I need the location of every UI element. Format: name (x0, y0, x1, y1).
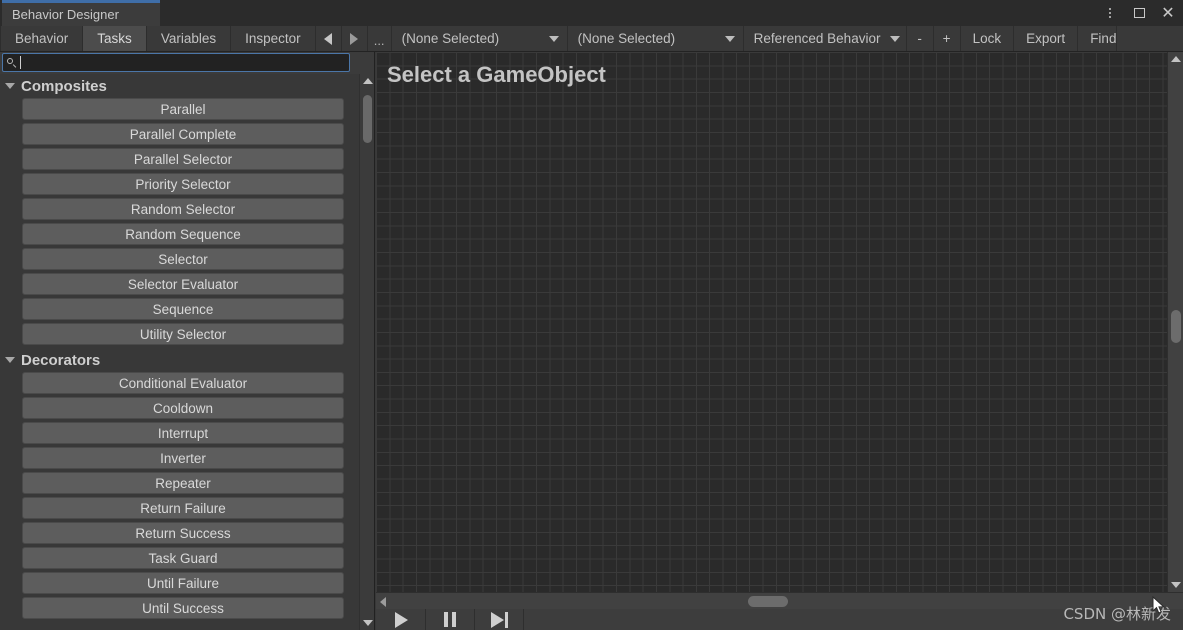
tab-variables[interactable]: Variables (147, 26, 232, 51)
task-item[interactable]: Priority Selector (22, 173, 344, 195)
category-label-composites: Composites (21, 77, 107, 95)
main-toolbar: Behavior Tasks Variables Inspector ... (… (0, 26, 1183, 52)
tab-inspector[interactable]: Inspector (231, 26, 316, 51)
tab-variables-label: Variables (160, 31, 217, 46)
scroll-left-arrow-icon[interactable] (380, 597, 386, 607)
lock-label: Lock (972, 31, 1002, 46)
search-icon (5, 56, 19, 70)
referenced-behavior-dropdown-label: Referenced Behavior (753, 31, 881, 46)
tab-inspector-label: Inspector (245, 31, 301, 46)
canvas-horizontal-scrollbar[interactable] (376, 592, 1183, 609)
kebab-menu-icon[interactable] (1101, 4, 1119, 22)
window-titlebar: Behavior Designer ✕ (0, 0, 1183, 26)
task-item[interactable]: Until Success (22, 597, 344, 619)
playback-toolbar (376, 609, 1183, 630)
window-tab-label: Behavior Designer (12, 7, 119, 22)
task-item[interactable]: Random Selector (22, 198, 344, 220)
task-list[interactable]: Composites Parallel Parallel Complete Pa… (0, 74, 374, 630)
pause-button[interactable] (426, 609, 475, 630)
zoom-out-button[interactable]: - (907, 26, 934, 51)
task-item[interactable]: Interrupt (22, 422, 344, 444)
task-item[interactable]: Selector Evaluator (22, 273, 344, 295)
zoom-in-label: + (942, 31, 951, 46)
chevron-down-icon (890, 35, 901, 42)
back-button[interactable] (316, 26, 342, 51)
find-label: Find (1090, 31, 1117, 46)
task-item[interactable]: Selector (22, 248, 344, 270)
task-item[interactable]: Repeater (22, 472, 344, 494)
behavior-designer-window: Behavior Designer ✕ Behavior Tasks Varia… (0, 0, 1183, 630)
task-item[interactable]: Parallel Complete (22, 123, 344, 145)
task-item[interactable]: Sequence (22, 298, 344, 320)
more-options-label: ... (373, 33, 385, 48)
category-header-composites[interactable]: Composites (0, 74, 374, 98)
behavior-dropdown[interactable]: (None Selected) (568, 26, 744, 51)
canvas-vertical-scrollbar-thumb[interactable] (1171, 310, 1181, 343)
tab-behavior-label: Behavior (15, 31, 69, 46)
forward-button[interactable] (342, 26, 368, 51)
task-list-scrollbar-thumb[interactable] (363, 95, 372, 143)
search-input[interactable] (21, 55, 349, 70)
search-row (0, 52, 374, 74)
triangle-right-icon (350, 32, 359, 45)
triangle-left-icon (324, 32, 333, 45)
category-header-decorators[interactable]: Decorators (0, 348, 374, 372)
window-controls: ✕ (1101, 0, 1177, 26)
task-item[interactable]: Return Success (22, 522, 344, 544)
task-item[interactable]: Conditional Evaluator (22, 372, 344, 394)
step-forward-button[interactable] (475, 609, 524, 630)
export-label: Export (1026, 31, 1066, 46)
gameobject-dropdown-label: (None Selected) (401, 31, 500, 46)
behavior-tree-canvas[interactable]: Select a GameObject (376, 52, 1183, 592)
tab-tasks[interactable]: Tasks (83, 26, 147, 51)
zoom-out-label: - (917, 31, 922, 46)
maximize-icon[interactable] (1130, 4, 1148, 22)
scroll-up-arrow-icon[interactable] (1171, 56, 1181, 62)
task-item[interactable]: Utility Selector (22, 323, 344, 345)
task-item[interactable]: Inverter (22, 447, 344, 469)
play-button[interactable] (377, 609, 426, 630)
window-tab-behavior-designer[interactable]: Behavior Designer (2, 3, 160, 26)
task-item[interactable]: Return Failure (22, 497, 344, 519)
play-icon (394, 611, 408, 628)
scroll-down-arrow-icon[interactable] (1171, 582, 1181, 588)
gameobject-dropdown[interactable]: (None Selected) (392, 26, 568, 51)
task-item[interactable]: Task Guard (22, 547, 344, 569)
task-list-scrollbar[interactable] (359, 74, 374, 630)
lock-button[interactable]: Lock (961, 26, 1015, 51)
step-forward-icon (490, 611, 508, 628)
pause-icon (444, 612, 456, 627)
chevron-down-icon (5, 357, 15, 363)
tab-behavior[interactable]: Behavior (0, 26, 84, 51)
close-icon[interactable]: ✕ (1159, 4, 1177, 22)
export-button[interactable]: Export (1014, 26, 1079, 51)
canvas-vertical-scrollbar[interactable] (1167, 52, 1183, 592)
chevron-down-icon (5, 83, 15, 89)
task-library-panel: Composites Parallel Parallel Complete Pa… (0, 52, 375, 630)
category-label-decorators: Decorators (21, 351, 101, 369)
canvas-empty-message: Select a GameObject (387, 62, 606, 87)
find-button[interactable]: Find (1078, 26, 1118, 51)
referenced-behavior-dropdown[interactable]: Referenced Behavior (744, 26, 907, 51)
task-item[interactable]: Parallel (22, 98, 344, 120)
canvas-horizontal-scrollbar-thumb[interactable] (748, 596, 788, 607)
task-item[interactable]: Cooldown (22, 397, 344, 419)
more-options-button[interactable]: ... (368, 26, 392, 51)
zoom-in-button[interactable]: + (934, 26, 961, 51)
chevron-down-icon (724, 35, 735, 42)
scroll-down-arrow-icon[interactable] (363, 620, 373, 626)
task-item[interactable]: Random Sequence (22, 223, 344, 245)
tab-tasks-label: Tasks (97, 31, 132, 46)
task-item[interactable]: Parallel Selector (22, 148, 344, 170)
chevron-down-icon (548, 35, 559, 42)
search-box[interactable] (2, 53, 350, 72)
task-item[interactable]: Until Failure (22, 572, 344, 594)
behavior-dropdown-label: (None Selected) (577, 31, 676, 46)
scroll-up-arrow-icon[interactable] (363, 78, 373, 84)
